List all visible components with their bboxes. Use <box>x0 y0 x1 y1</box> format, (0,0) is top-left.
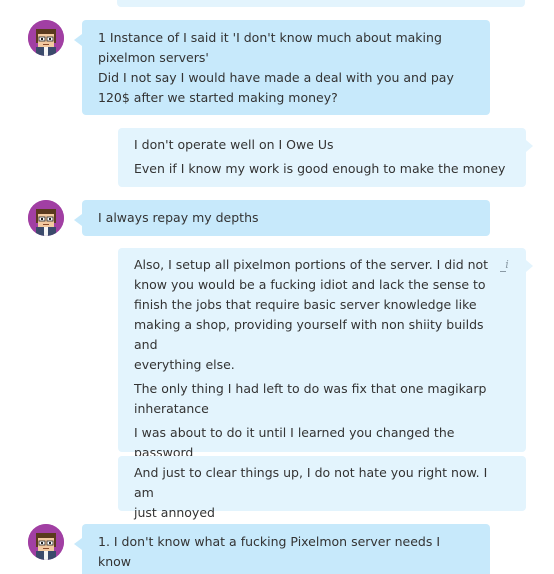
message-text: I don't operate well on I Owe Us <box>134 137 334 152</box>
message-text: Also, I setup all pixelmon portions of t… <box>134 257 489 372</box>
contact-avatar[interactable] <box>28 20 64 56</box>
message-bubble-outgoing[interactable]: I don't operate well on I Owe Us Even if… <box>118 128 533 187</box>
pixel-avatar-icon <box>28 20 64 56</box>
message-bubble-incoming[interactable]: 1. I don't know what a fucking Pixelmon … <box>74 524 490 574</box>
pixel-avatar-icon <box>28 524 64 560</box>
message-bubble-incoming[interactable]: I always repay my depths <box>74 200 490 236</box>
message-text: 1. I don't know what a fucking Pixelmon … <box>98 534 441 569</box>
chat-conversation: 1 Instance of I said it 'I don't know mu… <box>0 0 554 574</box>
message-bubble-outgoing[interactable]: And just to clear things up, I do not ha… <box>118 456 526 520</box>
contact-avatar[interactable] <box>28 524 64 560</box>
message-bubble-outgoing[interactable]: i Also, I setup all pixelmon portions of… <box>118 248 533 460</box>
message-text: Even if I know my work is good enough to… <box>134 161 506 176</box>
contact-avatar[interactable] <box>28 200 64 236</box>
message-text: And just to clear things up, I do not ha… <box>134 465 488 520</box>
message-bubble-incoming[interactable]: 1 Instance of I said it 'I don't know mu… <box>74 20 490 115</box>
message-text: I always repay my depths <box>98 210 259 225</box>
pencil-icon[interactable]: i <box>500 258 514 272</box>
message-text: 1 Instance of I said it 'I don't know mu… <box>98 30 454 105</box>
message-bubble-outgoing[interactable] <box>117 0 525 7</box>
message-text: The only thing I had left to do was fix … <box>134 381 487 416</box>
pixel-avatar-icon <box>28 200 64 236</box>
